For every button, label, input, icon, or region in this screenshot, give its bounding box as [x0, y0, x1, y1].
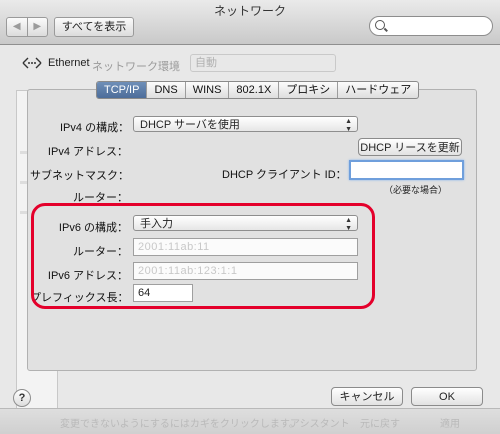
location-label: ネットワーク環境 — [92, 61, 180, 73]
ipv6-config-popup[interactable]: 手入力 ▲ ▼ — [133, 215, 358, 232]
tab-tcpip[interactable]: TCP/IP — [97, 82, 148, 98]
interface-name: Ethernet — [48, 57, 90, 69]
back-button[interactable]: ◀ — [7, 18, 27, 36]
search-field[interactable] — [369, 16, 493, 36]
prefix-length-field[interactable]: 64 — [133, 284, 193, 302]
title-toolbar: ネットワーク ◀ ▶ すべてを表示 — [0, 0, 500, 45]
tab-dns[interactable]: DNS — [147, 82, 186, 98]
forward-button[interactable]: ▶ — [26, 18, 48, 36]
ipv6-address-label: IPv6 アドレス： — [47, 270, 128, 282]
search-icon — [375, 20, 385, 30]
ipv6-router-label: ルーター： — [73, 246, 128, 258]
popup-arrows-icon: ▲ ▼ — [345, 217, 352, 232]
prefix-length-label: プレフィックス長： — [30, 292, 129, 304]
show-all-button[interactable]: すべてを表示 — [54, 17, 134, 37]
sheet-header: Ethernet — [22, 57, 90, 69]
ipv6-address-field[interactable]: 2001:11ab:123:1:1 — [133, 262, 358, 280]
tab-proxy[interactable]: プロキシ — [279, 82, 339, 98]
ipv6-router-field[interactable]: 2001:11ab:11 — [133, 238, 358, 256]
dhcp-client-id-field[interactable] — [349, 160, 464, 180]
router-label: ルーター： — [73, 192, 128, 204]
ethernet-icon — [22, 57, 42, 69]
network-preferences-window: ネットワーク ◀ ▶ すべてを表示 ネットワーク環境 自動 Ethernet T… — [0, 0, 500, 434]
ipv6-config-label: IPv6 の構成： — [58, 222, 128, 234]
popup-arrows-icon: ▲ ▼ — [345, 118, 352, 133]
renew-dhcp-lease-button[interactable]: DHCP リースを更新 — [358, 138, 462, 156]
subnet-mask-label: サブネットマスク： — [30, 170, 129, 182]
ipv6-config-value: 手入力 — [140, 218, 173, 230]
ipv4-address-label: IPv4 アドレス： — [47, 146, 128, 158]
tab-hardware[interactable]: ハードウェア — [338, 82, 418, 98]
lock-hint: 変更できないようにするにはカギをクリックします。 — [60, 419, 299, 430]
settings-tabs: TCP/IP DNS WINS 802.1X プロキシ ハードウェア — [96, 81, 420, 99]
dhcp-client-id-note: （必要な場合） — [384, 185, 448, 195]
assistant-button: アシスタント — [290, 419, 350, 430]
dhcp-client-id-label: DHCP クライアント ID： — [222, 169, 347, 181]
nav-buttons: ◀ ▶ — [6, 17, 48, 37]
location-popup: 自動 — [190, 54, 336, 72]
ipv4-config-popup[interactable]: DHCP サーバを使用 ▲ ▼ — [133, 116, 358, 133]
ipv4-config-value: DHCP サーバを使用 — [140, 119, 240, 131]
tab-wins[interactable]: WINS — [186, 82, 230, 98]
help-button[interactable]: ? — [13, 389, 31, 407]
cancel-button[interactable]: キャンセル — [331, 387, 403, 406]
ipv4-config-label: IPv4 の構成： — [60, 122, 130, 134]
ok-button[interactable]: OK — [411, 387, 483, 406]
apply-button: 適用 — [440, 419, 460, 430]
revert-button: 元に戻す — [360, 419, 400, 430]
tab-8021x[interactable]: 802.1X — [229, 82, 280, 98]
background-bottom-bar: 変更できないようにするにはカギをクリックします。 アシスタント 元に戻す 適用 — [0, 408, 500, 434]
